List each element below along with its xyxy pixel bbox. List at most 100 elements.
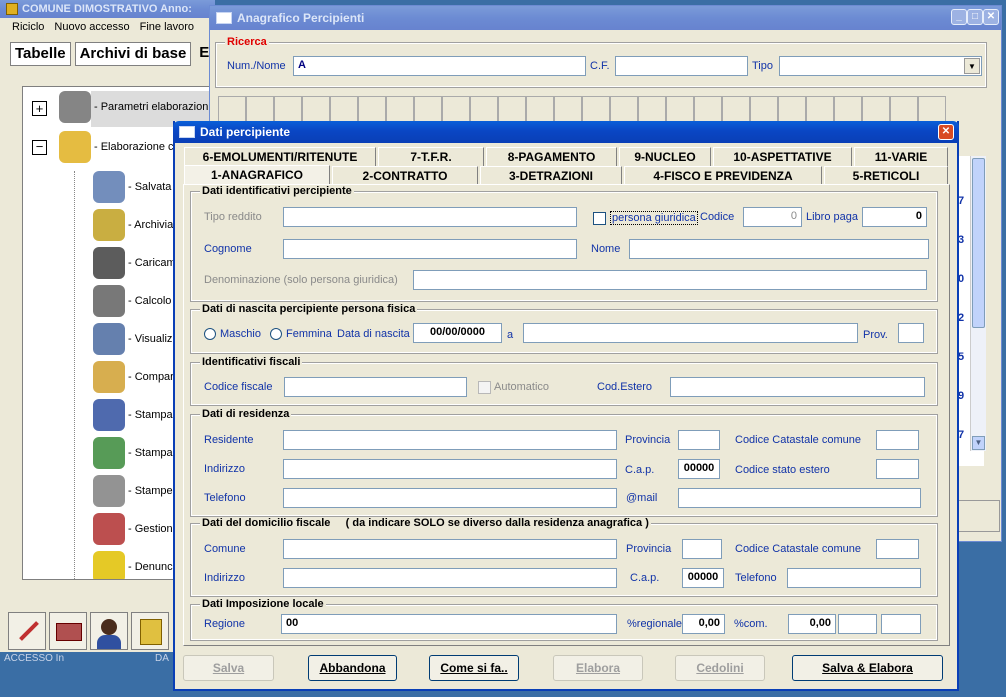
toolbar-pen-icon[interactable] [8,612,46,650]
codice-input[interactable]: 0 [743,207,802,227]
domicilio-telefono-input[interactable] [787,568,921,588]
domicilio-cod-catastale-input[interactable] [876,539,919,559]
regione-input[interactable]: 00 [281,614,617,634]
close-button[interactable]: ✕ [938,124,954,140]
libro-paga-input[interactable]: 0 [862,207,927,227]
tab-contratto[interactable]: 2-CONTRATTO [332,166,478,185]
abbandona-button[interactable]: Abbandona [308,655,397,681]
codice-label: Codice [700,211,735,223]
tab-fisco-previdenza[interactable]: 4-FISCO E PREVIDENZA [624,166,822,185]
residente-input[interactable] [283,430,617,450]
tree-item-label[interactable]: - Salvata [128,181,171,193]
come-si-fa-button[interactable]: Come si fa.. [429,655,519,681]
identificativi-fiscali-legend: Identificativi fiscali [200,356,303,368]
tab-anagrafico[interactable]: 1-ANAGRAFICO [184,165,330,185]
toolbar-calculator-icon[interactable] [131,612,169,650]
tree-item-label[interactable]: - Archivia [128,219,173,231]
tree-item-label[interactable]: - Compar [128,371,174,383]
tree-item-label[interactable]: - Stampa [128,409,173,421]
expand-plus-icon[interactable]: + [32,101,47,116]
tipo-select[interactable]: ▼ [779,56,982,76]
provincia-input[interactable] [678,430,720,450]
salva-button[interactable]: Salva [183,655,274,681]
denominazione-input[interactable] [413,270,927,290]
toolbar-stack-icon[interactable] [49,612,87,650]
tab-nucleo[interactable]: 9-NUCLEO [619,147,711,166]
toolbar-person-icon[interactable] [90,612,128,650]
tab-tabelle[interactable]: Tabelle [10,42,71,66]
tab-archivi-di-base[interactable]: Archivi di base [74,42,192,66]
cod-stato-input[interactable] [876,459,919,479]
cf-input[interactable] [615,56,748,76]
maschio-radio[interactable] [204,328,216,340]
salva-elabora-button[interactable]: Salva & Elabora [792,655,943,681]
com-extra-input-1[interactable] [838,614,877,634]
disk-drive-icon [93,171,125,203]
comune-input[interactable] [283,539,617,559]
tree-item-label[interactable]: - Stampe [128,485,173,497]
provincia-label: Provincia [625,434,671,446]
prov-input[interactable] [898,323,924,343]
luogo-nascita-input[interactable] [523,323,858,343]
domicilio-cod-catastale-label: Codice Catastale comune [735,543,861,555]
tab-detrazioni[interactable]: 3-DETRAZIONI [480,166,622,185]
libro-paga-label: Libro paga [806,211,858,223]
femmina-radio[interactable] [270,328,282,340]
domicilio-cap-input[interactable]: 00000 [682,568,724,588]
nome-input[interactable] [629,239,929,259]
persona-giuridica-checkbox[interactable] [593,212,606,225]
minimize-button[interactable]: _ [951,9,967,25]
domicilio-indirizzo-input[interactable] [283,568,617,588]
dati-residenza-legend: Dati di residenza [200,408,292,420]
tree-item-label[interactable]: - Parametri elaborazioni [94,101,211,113]
chevron-down-icon[interactable]: ▼ [964,58,980,74]
tree-item-label[interactable]: - Elaborazione c [94,141,174,153]
collapse-minus-icon[interactable]: − [32,140,47,155]
tipo-reddito-input[interactable] [283,207,577,227]
cognome-input[interactable] [283,239,577,259]
cedolini-button[interactable]: Cedolini [675,655,765,681]
scroll-down-icon[interactable]: ▼ [972,436,985,450]
tree-item-label[interactable]: - Caricam [128,257,176,269]
menu-fine-lavoro[interactable]: Fine lavoro [140,21,194,33]
codice-fiscale-input[interactable] [284,377,467,397]
telefono-input[interactable] [283,488,617,508]
regionale-input[interactable]: 0,00 [682,614,725,634]
tree-item-label[interactable]: - Denunc [128,561,173,573]
cap-input[interactable]: 00000 [678,459,720,479]
domicilio-telefono-label: Telefono [735,572,777,584]
grid-scrollbar[interactable]: ▼ [970,156,986,451]
tab-emolumenti[interactable]: 6-EMOLUMENTI/RITENUTE [184,147,376,166]
tab-tfr[interactable]: 7-T.F.R. [378,147,484,166]
menu-riciclo[interactable]: Riciclo [12,21,44,33]
com-input[interactable]: 0,00 [788,614,836,634]
indirizzo-input[interactable] [283,459,617,479]
automatico-checkbox[interactable] [478,381,491,394]
domicilio-provincia-input[interactable] [682,539,722,559]
codice-fiscale-label: Codice fiscale [204,381,273,393]
tree-item-label[interactable]: - Visualiz [128,333,172,345]
data-nascita-input[interactable]: 00/00/0000 [413,323,502,343]
main-title: COMUNE DIMOSTRATIVO Anno: [22,3,192,15]
maximize-button[interactable]: □ [967,9,983,25]
com-extra-input-2[interactable] [881,614,921,634]
window-icon [179,126,195,138]
tab-pagamento[interactable]: 8-PAGAMENTO [486,147,617,166]
gear-icon [93,285,125,317]
close-button[interactable]: ✕ [983,9,999,25]
cod-catastale-input[interactable] [876,430,919,450]
mail-input[interactable] [678,488,921,508]
num-nome-input[interactable]: A [293,56,586,76]
elabora-button[interactable]: Elabora [553,655,643,681]
cod-estero-input[interactable] [670,377,925,397]
tree-item-label[interactable]: - Calcolo [128,295,171,307]
data-nascita-label: Data di nascita [337,328,410,340]
tab-aspettative[interactable]: 10-ASPETTATIVE [713,147,852,166]
menu-nuovo-accesso[interactable]: Nuovo accesso [54,21,129,33]
tab-reticoli[interactable]: 5-RETICOLI [824,166,948,185]
tab-varie[interactable]: 11-VARIE [854,147,948,166]
tree-item-label[interactable]: - Gestion [128,523,173,535]
tree-item-label[interactable]: - Stampa [128,447,173,459]
nome-label: Nome [591,243,621,255]
dati-nascita-group: Dati di nascita percipiente persona fisi… [190,303,938,354]
